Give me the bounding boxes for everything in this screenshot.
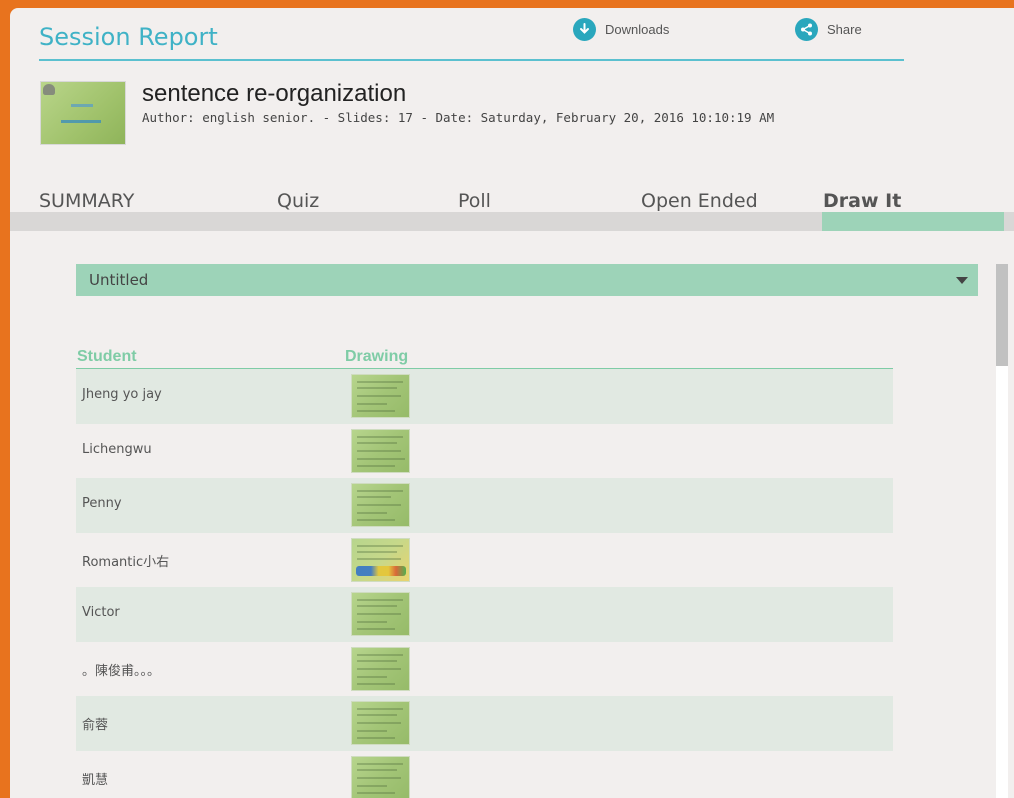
deck-thumbnail xyxy=(40,81,126,145)
active-tab-indicator xyxy=(822,212,1004,231)
drawing-thumbnail[interactable] xyxy=(351,701,410,745)
download-icon xyxy=(573,18,596,41)
drawing-thumbnail[interactable] xyxy=(351,592,410,636)
student-drawing-table: Jheng yo jay Lichengwu Penny Romantic小右 … xyxy=(76,369,893,798)
slide-select-dropdown[interactable]: Untitled xyxy=(76,264,978,296)
student-name: 。陳俊甫。。。 xyxy=(82,663,161,679)
column-header-drawing: Drawing xyxy=(345,348,409,365)
table-row: Lichengwu xyxy=(76,424,893,479)
drawing-thumbnail[interactable] xyxy=(351,483,410,527)
drawing-thumbnail[interactable] xyxy=(351,646,410,691)
deck-title: sentence re-organization xyxy=(142,80,407,107)
tab-summary[interactable]: SUMMARY xyxy=(39,190,134,212)
tab-open-ended[interactable]: Open Ended xyxy=(641,190,758,212)
student-name: Lichengwu xyxy=(82,441,152,457)
table-row: Jheng yo jay xyxy=(76,369,893,424)
table-row: 俞蓉 xyxy=(76,696,893,751)
drawing-thumbnail[interactable] xyxy=(351,428,410,473)
downloads-label: Downloads xyxy=(605,22,670,37)
chevron-down-icon xyxy=(956,277,968,284)
deck-meta: Author: english senior. - Slides: 17 - D… xyxy=(142,110,775,125)
scrollbar-thumb[interactable] xyxy=(996,264,1008,366)
table-row: Romantic小右 xyxy=(76,533,893,588)
student-name: 凱慧 xyxy=(82,772,109,788)
downloads-button[interactable]: Downloads xyxy=(573,18,669,41)
title-divider xyxy=(39,59,904,61)
tab-draw-it[interactable]: Draw It xyxy=(823,190,901,212)
tab-quiz[interactable]: Quiz xyxy=(277,190,319,212)
student-name: Victor xyxy=(82,605,120,620)
student-name: Romantic小右 xyxy=(82,554,170,570)
student-name: Penny xyxy=(82,496,122,511)
drawing-thumbnail[interactable] xyxy=(351,537,410,582)
page-title: Session Report xyxy=(39,23,218,51)
share-label: Share xyxy=(827,22,862,37)
slide-select-value: Untitled xyxy=(89,271,149,289)
table-row: Victor xyxy=(76,587,893,642)
school-logo-icon xyxy=(43,84,55,95)
session-report-panel: Session Report Downloads Share sentence … xyxy=(10,8,1014,798)
share-button[interactable]: Share xyxy=(795,18,862,41)
table-row: 。陳俊甫。。。 xyxy=(76,642,893,697)
student-name: 俞蓉 xyxy=(82,718,109,733)
share-icon xyxy=(795,18,818,41)
drawing-thumbnail[interactable] xyxy=(351,755,410,798)
column-header-student: Student xyxy=(77,348,137,365)
window-frame: Session Report Downloads Share sentence … xyxy=(0,0,1014,798)
drawing-thumbnail[interactable] xyxy=(351,374,410,418)
table-row: 凱慧 xyxy=(76,751,893,798)
table-row: Penny xyxy=(76,478,893,533)
tab-poll[interactable]: Poll xyxy=(458,190,491,212)
student-name: Jheng yo jay xyxy=(82,387,162,402)
